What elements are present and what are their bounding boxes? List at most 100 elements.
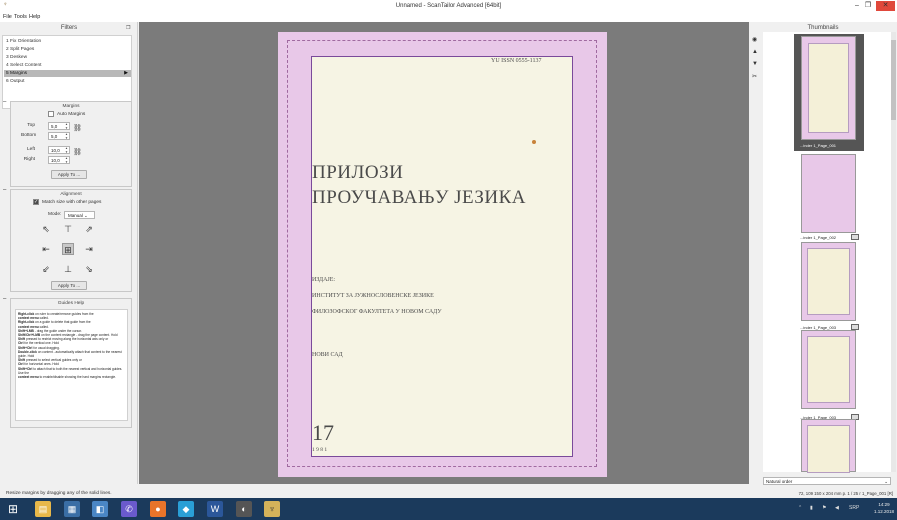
spin-arrows-icon[interactable]: ▲ ▼ xyxy=(65,156,68,164)
thumbnails-scrollbar[interactable] xyxy=(891,32,896,472)
guides-help-line: Shift+Ctrl to attach that to both the ne… xyxy=(18,367,125,371)
arrow-down-icon[interactable]: ▼ xyxy=(752,61,758,67)
mode-select[interactable]: Manual ⌄ xyxy=(64,211,95,219)
align-left-icon[interactable]: ⇤ xyxy=(40,243,52,255)
window-title: Unnamed - ScanTailor Advanced [64bit] xyxy=(395,3,502,9)
left-margin-input[interactable]: 10,0 ▲ ▼ xyxy=(48,146,70,154)
mode-label: Mode: xyxy=(48,212,62,217)
left-margin-value: 10,0 xyxy=(51,148,60,153)
filter-item-deskew[interactable]: 3 Deskew xyxy=(4,54,131,61)
guides-help-text: Right-click on ruler to create/remove gu… xyxy=(15,309,128,421)
thumbnail-page[interactable] xyxy=(801,154,856,233)
menu-tools[interactable]: Tools xyxy=(14,14,27,20)
alignment-title: Alignment xyxy=(60,192,82,197)
align-bottom-right-icon[interactable]: ⇘ xyxy=(83,263,95,275)
chain-link-icon[interactable]: ⛓ xyxy=(73,124,82,132)
play-icon[interactable]: ▶ xyxy=(124,70,128,77)
filter-item-margins[interactable]: 5 Margins ▶ xyxy=(4,70,131,77)
tray-chevron-icon[interactable]: ⌃ xyxy=(798,505,802,511)
guides-help-line: Double-click on content - automatically … xyxy=(18,350,125,358)
bottom-label: Bottom xyxy=(21,133,37,138)
network-icon[interactable]: ▮ xyxy=(810,505,813,511)
top-margin-value: 5,0 xyxy=(51,124,58,129)
alignment-apply-button[interactable]: Apply To ... xyxy=(51,281,87,290)
filter-item-output[interactable]: 6 Output xyxy=(4,78,131,85)
right-label: Right xyxy=(23,157,35,162)
align-center-icon[interactable]: ⊞ xyxy=(62,243,74,255)
clock-date: 1.12.2018 xyxy=(873,509,895,514)
arrow-up-icon[interactable]: ▲ xyxy=(752,49,758,55)
status-bar: Resize margins by dragging any of the so… xyxy=(0,489,897,498)
scissors-icon[interactable]: ✂ xyxy=(752,73,757,80)
right-margin-input[interactable]: 10,0 ▲ ▼ xyxy=(48,156,70,164)
skype-icon[interactable]: ✆ xyxy=(121,501,137,517)
filter-item-fix-orientation[interactable]: 1 Fix Orientation xyxy=(4,38,131,45)
collapse-alignment-button[interactable]: – xyxy=(3,187,6,193)
align-bottom-icon[interactable]: ⊥ xyxy=(62,263,74,275)
align-top-left-icon[interactable]: ⇖ xyxy=(40,223,52,235)
thumbnail-page[interactable] xyxy=(801,419,856,473)
menu-help[interactable]: Help xyxy=(29,14,40,20)
chain-link-icon[interactable]: ⛓ xyxy=(73,148,82,156)
align-bottom-left-icon[interactable]: ⇙ xyxy=(40,263,52,275)
app-icon[interactable]: ◧ xyxy=(92,501,108,517)
app-icon[interactable]: ▦ xyxy=(64,501,80,517)
thumbnail-page[interactable] xyxy=(801,330,856,409)
status-page-info: 72, 109 150 x 204 mm p. 1 / 25 r 1_Page_… xyxy=(798,491,893,496)
filter-item-select-content[interactable]: 4 Select Content xyxy=(4,62,131,69)
spin-arrows-icon[interactable]: ▲ ▼ xyxy=(65,122,68,130)
alignment-group: Alignment ✓ Match size with other pages … xyxy=(10,189,132,292)
bottom-margin-input[interactable]: 5,0 ▲ ▼ xyxy=(48,132,70,140)
flag-icon[interactable]: ⚑ xyxy=(822,505,826,511)
windows-start-icon[interactable]: ⊞ xyxy=(4,501,22,517)
file-explorer-icon[interactable]: ▤ xyxy=(35,501,51,517)
thumbnail-page[interactable] xyxy=(801,242,856,321)
top-margin-input[interactable]: 5,0 ▲ ▼ xyxy=(48,122,70,130)
content-rectangle[interactable] xyxy=(311,56,573,457)
volume-icon[interactable]: ◀ xyxy=(835,505,839,511)
doc-volume: 17 xyxy=(312,420,334,445)
doc-publisher-line2: ФИЛОЗОФСКОГ ФАКУЛТЕТА У НОВОМ САДУ xyxy=(312,309,442,315)
sort-order-value: Natural order xyxy=(766,479,793,484)
margins-apply-button[interactable]: Apply To ... xyxy=(51,170,87,179)
align-right-icon[interactable]: ⇥ xyxy=(83,243,95,255)
mode-value: Manual xyxy=(68,213,83,218)
undock-icon[interactable]: ❐ xyxy=(126,25,130,31)
scantailor-icon[interactable]: ♆ xyxy=(264,501,280,517)
filter-item-split-pages[interactable]: 2 Split Pages xyxy=(4,46,131,53)
match-size-checkbox[interactable]: ✓ xyxy=(33,199,39,205)
collapse-guides-button[interactable]: – xyxy=(3,296,6,302)
thumbnail-label: ...inder 1_Page_001 xyxy=(800,143,837,148)
minimize-button[interactable]: – xyxy=(852,1,862,11)
thumbnails-title: Thumbnails xyxy=(807,25,839,31)
firefox-icon[interactable]: ● xyxy=(150,501,166,517)
spin-arrows-icon[interactable]: ▲ ▼ xyxy=(65,132,68,140)
thumbnails-panel: Thumbnails ◉ ▲ ▼ ✂ ...inder 1_Page_001 .… xyxy=(749,22,897,485)
align-top-icon[interactable]: ⊤ xyxy=(62,223,74,235)
clock[interactable]: 14:29 1.12.2018 xyxy=(873,501,895,515)
word-icon[interactable]: W xyxy=(207,501,223,517)
align-top-right-icon[interactable]: ⇗ xyxy=(83,223,95,235)
guides-help-line: context menu to enable/disable showing t… xyxy=(18,375,125,379)
page-view[interactable]: YU ISSN 0555-1137 ПРИЛОЗИ ПРОУЧАВАЊУ ЈЕЗ… xyxy=(139,22,749,484)
clock-time: 14:29 xyxy=(878,502,890,507)
close-button[interactable]: ✕ xyxy=(876,1,895,11)
spin-arrows-icon[interactable]: ▲ ▼ xyxy=(65,146,68,154)
menu-bar: File Tools Help xyxy=(0,13,897,22)
language-indicator[interactable]: SRP xyxy=(849,505,859,511)
scrollbar-thumb[interactable] xyxy=(891,40,896,120)
app-icon[interactable]: ◐ xyxy=(236,501,252,517)
doc-stain xyxy=(532,140,536,144)
thumbnail-page[interactable] xyxy=(801,36,856,140)
chevron-down-icon: ⌄ xyxy=(84,213,88,218)
menu-file[interactable]: File xyxy=(3,14,12,20)
collapse-margins-button[interactable]: – xyxy=(3,99,6,105)
doc-publisher-label: ИЗДАЈЕ: xyxy=(312,277,336,283)
sort-order-select[interactable]: Natural order ⌄ xyxy=(763,477,891,485)
eye-icon[interactable]: ◉ xyxy=(752,36,757,43)
maximize-button[interactable]: ❐ xyxy=(863,1,873,11)
app-icon[interactable]: ◆ xyxy=(178,501,194,517)
doc-year: 1 9 8 1 xyxy=(312,447,328,453)
margins-group: Margins Auto Margins Top 5,0 ▲ ▼ Bottom 5,… xyxy=(10,101,132,187)
auto-margins-checkbox[interactable] xyxy=(48,111,54,117)
